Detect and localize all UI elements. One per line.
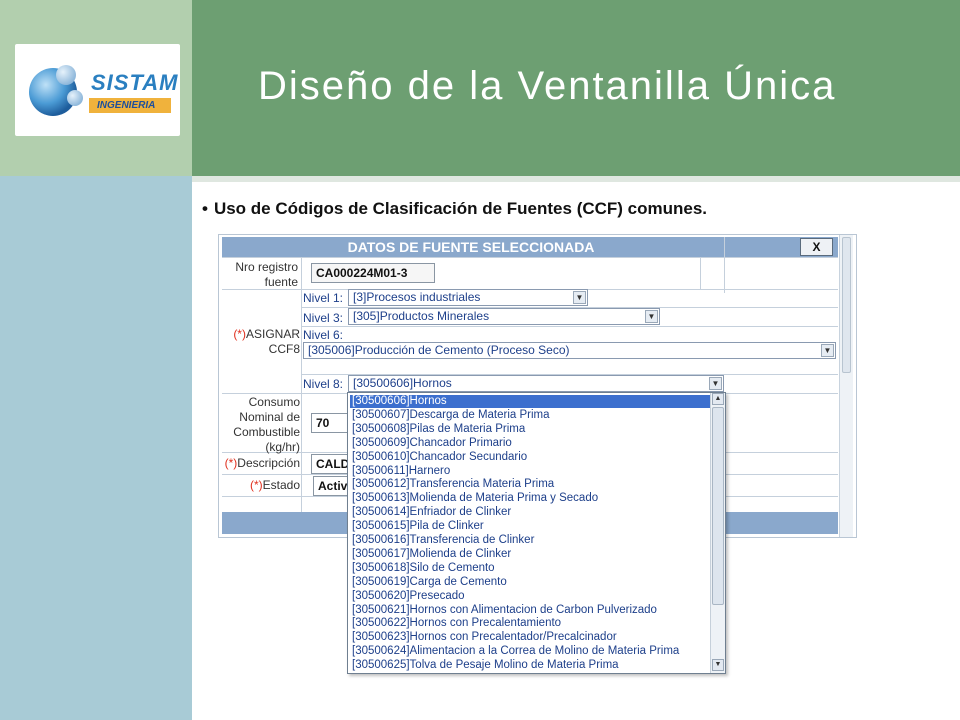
row-divider [222,257,838,258]
nivel6-value: [305006]Producción de Cemento (Proceso S… [308,343,570,357]
dropdown-scroll-thumb[interactable] [712,407,724,605]
nivel6-label: Nivel 6: [303,328,344,342]
header-divider [192,176,960,182]
nivel8-value: [30500606]Hornos [353,376,452,390]
estado-select[interactable]: Activ [313,476,351,496]
dropdown-option[interactable]: [30500624]Alimentacion a la Correa de Mo… [352,645,710,658]
descripcion-label: (*)Descripción [222,456,300,471]
nivel3-select[interactable]: [305]Productos Minerales ▼ [348,308,660,325]
nivel8-label: Nivel 8: [303,377,344,391]
dropdown-option[interactable]: [30500623]Hornos con Precalentador/Preca… [352,631,710,644]
logo-subtitle: INGENIERIA [89,98,171,113]
dropdown-option[interactable]: [30500611]Harnero [352,465,710,478]
nivel1-label: Nivel 1: [303,291,344,305]
dropdown-scrollbar[interactable]: ▲ ▼ [710,393,725,673]
dropdown-option[interactable]: [30500620]Presecado [352,590,710,603]
dropdown-option[interactable]: [30500608]Pilas de Materia Prima [352,423,710,436]
chevron-down-icon[interactable]: ▼ [821,344,834,357]
nro-registro-value: CA000224M01-3 [311,263,435,283]
asignar-ccf8-label: (*)ASIGNAR CCF8 [226,327,300,357]
bullet-text: Uso de Códigos de Clasificación de Fuent… [213,199,708,218]
bullet-point: • Uso de Códigos de Clasificación de Fuen… [202,199,707,219]
slide-title: Diseño de la Ventanilla Única [258,64,837,108]
company-logo: SISTAM INGENIERIA [15,44,180,136]
nivel1-value: [3]Procesos industriales [353,290,481,304]
dropdown-option[interactable]: [30500614]Enfriador de Clinker [352,506,710,519]
nivel3-label: Nivel 3: [303,311,344,325]
consumo-label: Consumo Nominal de Combustible (kg/hr) [233,395,300,454]
panel-scrollbar[interactable] [839,235,853,537]
column-divider [700,257,701,289]
asignar-ccf8-text: ASIGNAR CCF8 [245,327,300,356]
required-marker: (*) [233,327,246,341]
row-divider [301,326,838,327]
dropdown-option[interactable]: [30500613]Molienda de Materia Prima y Se… [352,492,710,505]
descripcion-text: Descripción [237,456,300,470]
consumo-input[interactable]: 70 [311,413,351,433]
dropdown-option[interactable]: [30500617]Molienda de Clinker [352,548,710,561]
required-marker: (*) [249,478,263,492]
nro-registro-label: Nro registro fuente [235,260,298,289]
chevron-down-icon[interactable]: ▼ [645,310,658,323]
left-accent-bottom [0,176,192,720]
dropdown-option[interactable]: [30500621]Hornos con Alimentacion de Car… [352,604,710,617]
logo-wordmark: SISTAM [91,70,179,95]
dropdown-option[interactable]: [30500622]Hornos con Precalentamiento [352,617,710,630]
chevron-down-icon[interactable]: ▼ [573,291,586,304]
descripcion-input[interactable]: CALD [311,454,351,474]
nivel6-select[interactable]: [305006]Producción de Cemento (Proceso S… [303,342,836,359]
dropdown-option[interactable]: [30500607]Descarga de Materia Prima [352,409,710,422]
dropdown-option[interactable]: [30500609]Chancador Primario [352,437,710,450]
dropdown-option[interactable]: [30500625]Tolva de Pesaje Molino de Mate… [352,659,710,672]
nivel8-dropdown-list[interactable]: [30500606]Hornos [30500607]Descarga de Ma… [347,392,726,674]
dropdown-option[interactable]: [30500618]Silo de Cemento [352,562,710,575]
dropdown-option[interactable]: [30500619]Carga de Cemento [352,576,710,589]
panel-scroll-thumb[interactable] [842,237,851,373]
column-divider [301,257,302,512]
required-marker: (*) [224,456,238,470]
dropdown-option[interactable]: [30500615]Pila de Clinker [352,520,710,533]
estado-label: (*)Estado [226,478,300,493]
nivel1-select[interactable]: [3]Procesos industriales ▼ [348,289,588,306]
estado-text: Estado [262,478,300,492]
scroll-up-icon[interactable]: ▲ [712,393,724,405]
dropdown-option[interactable]: [30500616]Transferencia de Clinker [352,534,710,547]
chevron-down-icon[interactable]: ▼ [709,377,722,390]
panel-header-title: DATOS DE FUENTE SELECCIONADA [347,239,595,255]
close-button[interactable]: X [800,238,833,256]
bullet-dot-icon: • [202,199,208,218]
logo-sphere-icon [29,65,83,116]
scroll-down-icon[interactable]: ▼ [712,659,724,671]
dropdown-option[interactable]: [30500610]Chancador Secundario [352,451,710,464]
dropdown-option[interactable]: [30500606]Hornos [350,395,710,408]
nivel3-value: [305]Productos Minerales [353,309,490,323]
column-divider [724,237,725,293]
nivel8-select[interactable]: [30500606]Hornos ▼ [348,375,724,392]
dropdown-option[interactable]: [30500612]Transferencia Materia Prima [352,478,710,491]
